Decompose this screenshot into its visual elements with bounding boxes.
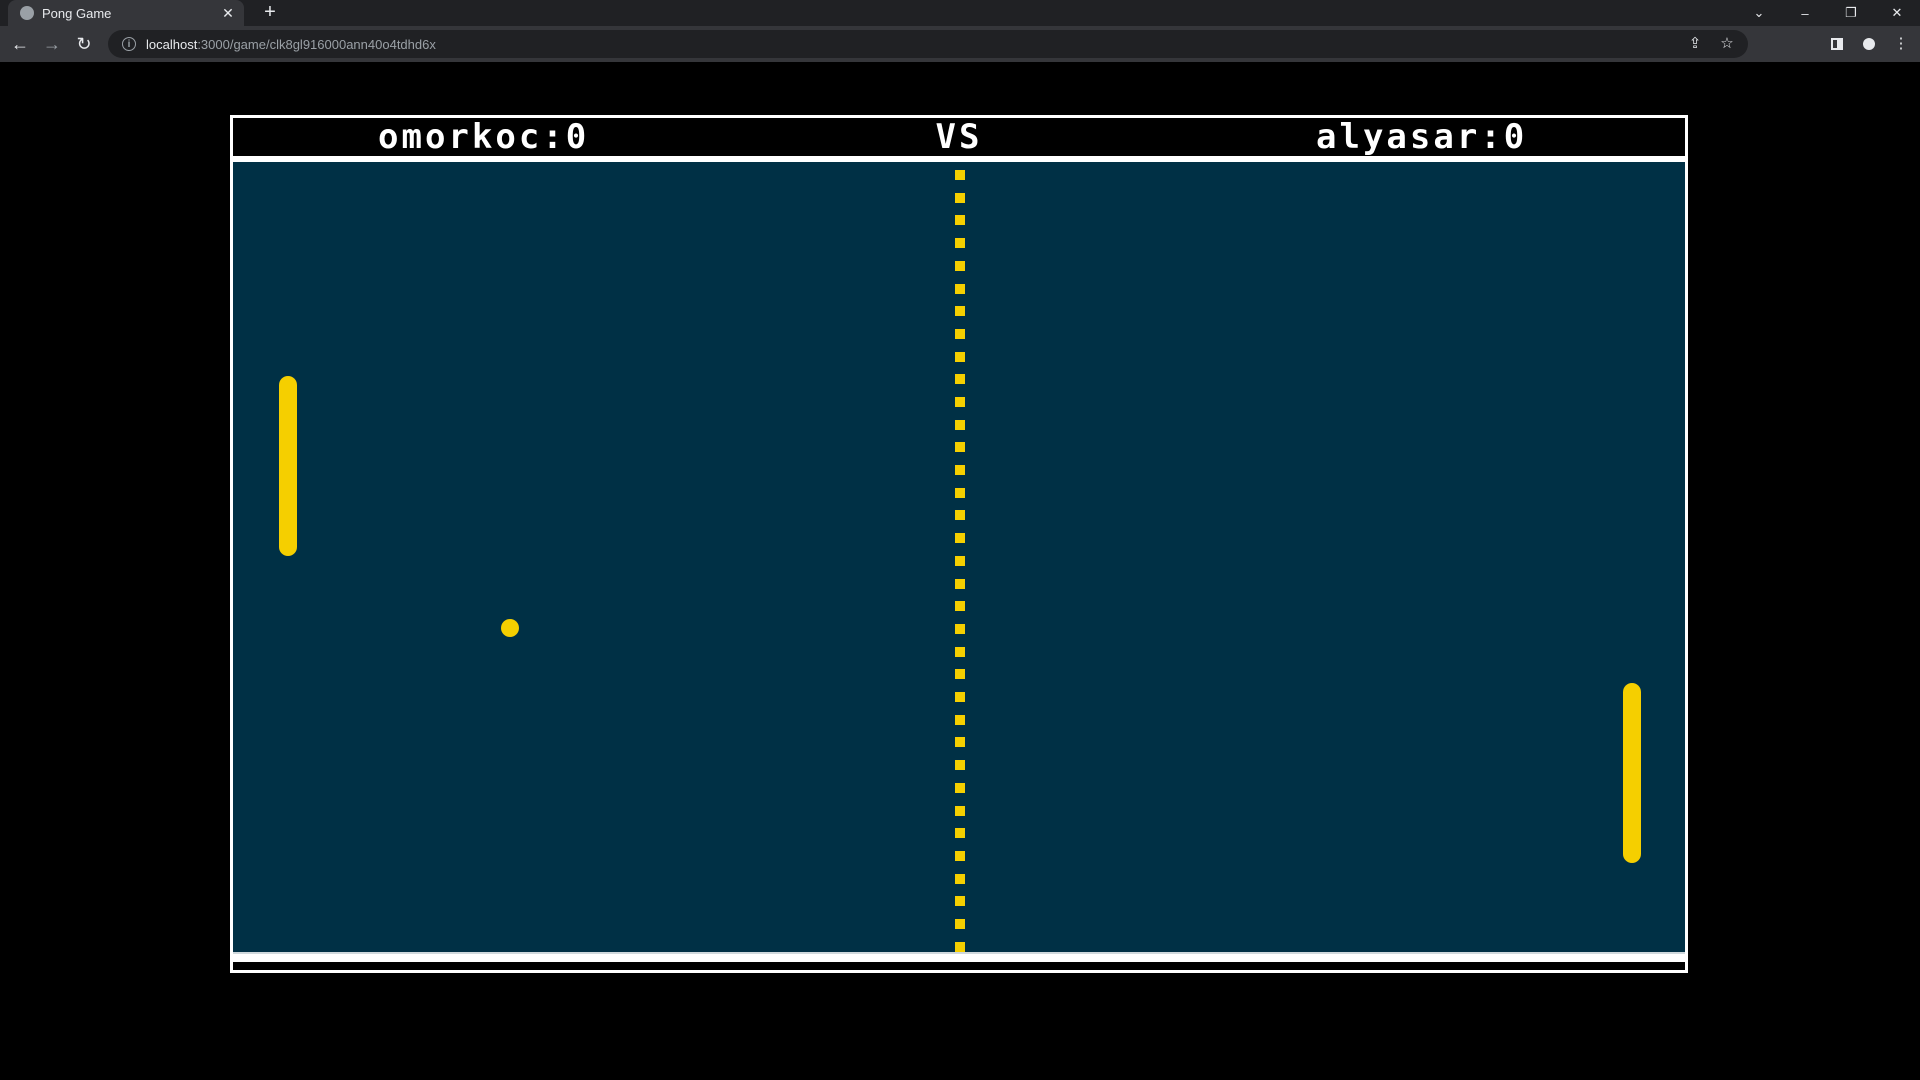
- back-button[interactable]: ←: [8, 32, 32, 56]
- net-segment: [955, 919, 965, 929]
- globe-icon: [20, 6, 34, 20]
- forward-button[interactable]: →: [40, 32, 64, 56]
- net-segment: [955, 397, 965, 407]
- right-player-score: alyasar:0: [1316, 117, 1528, 157]
- close-window-button[interactable]: ✕: [1874, 0, 1920, 26]
- right-paddle: [1623, 683, 1641, 863]
- net-segment: [955, 284, 965, 294]
- net-segment: [955, 420, 965, 430]
- net-segment: [955, 465, 965, 475]
- url-host: localhost: [146, 36, 198, 52]
- net-segment: [955, 828, 965, 838]
- browser-toolbar: ← → ↻ i localhost:3000/game/clk8gl916000…: [0, 26, 1920, 62]
- omnibox-actions: ⇪ ☆: [1686, 34, 1736, 52]
- left-player-score: omorkoc:0: [378, 117, 590, 157]
- url-text[interactable]: localhost:3000/game/clk8gl916000ann40o4t…: [146, 37, 436, 52]
- kebab-menu-icon[interactable]: ⋮: [1890, 32, 1912, 56]
- net-segment: [955, 442, 965, 452]
- net-segment: [955, 215, 965, 225]
- net-segment: [955, 624, 965, 634]
- share-icon[interactable]: ⇪: [1686, 34, 1704, 52]
- net-segment: [955, 851, 965, 861]
- net-segment: [955, 533, 965, 543]
- net-segment: [955, 488, 965, 498]
- net-segment: [955, 942, 965, 952]
- net-segment: [955, 329, 965, 339]
- net-segment: [955, 896, 965, 906]
- net-segment: [955, 783, 965, 793]
- window-controls: ⌄ – ❐ ✕: [1736, 0, 1920, 26]
- tab-title: Pong Game: [42, 5, 112, 21]
- net-segment: [955, 647, 965, 657]
- net-segment: [955, 715, 965, 725]
- net-segment: [955, 352, 965, 362]
- left-paddle[interactable]: [279, 376, 297, 556]
- net-segment: [955, 374, 965, 384]
- net-segment: [955, 193, 965, 203]
- net-segment: [955, 601, 965, 611]
- net-segment: [955, 510, 965, 520]
- net-segment: [955, 261, 965, 271]
- close-tab-button[interactable]: ✕: [220, 5, 236, 22]
- net-segment: [955, 737, 965, 747]
- game-board: omorkoc:0 VS alyasar:0: [230, 115, 1688, 973]
- net-segment: [955, 556, 965, 566]
- address-bar[interactable]: i localhost:3000/game/clk8gl916000ann40o…: [108, 30, 1748, 58]
- center-net: [955, 162, 965, 962]
- reload-button[interactable]: ↻: [72, 32, 96, 56]
- profile-icon[interactable]: [1858, 32, 1880, 56]
- net-segment: [955, 692, 965, 702]
- browser-tabstrip: Pong Game ✕ + ⌄ – ❐ ✕: [0, 0, 1920, 26]
- net-segment: [955, 760, 965, 770]
- bookmark-star-icon[interactable]: ☆: [1718, 34, 1736, 52]
- restore-button[interactable]: ❐: [1828, 0, 1874, 26]
- ball: [501, 619, 519, 637]
- net-segment: [955, 170, 965, 180]
- info-icon[interactable]: i: [122, 37, 136, 51]
- new-tab-button[interactable]: +: [258, 0, 282, 26]
- side-panel-icon[interactable]: [1826, 32, 1848, 56]
- net-segment: [955, 874, 965, 884]
- play-field[interactable]: [233, 162, 1685, 962]
- scoreboard: omorkoc:0 VS alyasar:0: [233, 118, 1685, 162]
- toolbar-actions: ⋮: [1826, 32, 1912, 56]
- net-segment: [955, 238, 965, 248]
- net-segment: [955, 669, 965, 679]
- tab-search-button[interactable]: ⌄: [1736, 0, 1782, 26]
- net-segment: [955, 306, 965, 316]
- net-segment: [955, 579, 965, 589]
- browser-tab[interactable]: Pong Game ✕: [8, 0, 244, 26]
- bottom-wall: [233, 952, 1685, 962]
- vs-label: VS: [935, 117, 983, 157]
- minimize-button[interactable]: –: [1782, 0, 1828, 26]
- net-segment: [955, 806, 965, 816]
- url-path: :3000/game/clk8gl916000ann40o4tdhd6x: [197, 36, 436, 52]
